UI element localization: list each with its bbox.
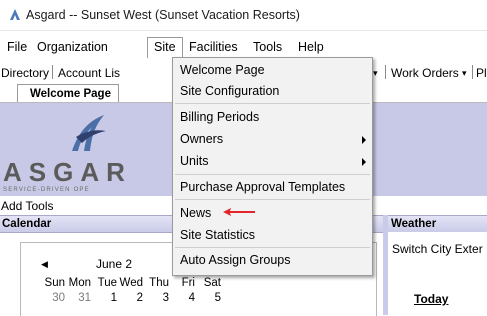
menu-item-units[interactable]: Units <box>180 154 208 168</box>
calendar-day[interactable]: 2 <box>118 292 143 304</box>
window-title: Asgard -- Sunset West (Sunset Vacation R… <box>26 8 300 22</box>
toolbar-separator <box>385 65 386 79</box>
weekday: Sat <box>203 277 221 289</box>
menu-separator <box>175 199 370 200</box>
weekday: Wed <box>119 277 143 289</box>
menu-item-purchase-approval-templates[interactable]: Purchase Approval Templates <box>180 180 345 194</box>
menu-file[interactable]: File <box>7 40 27 54</box>
switch-city-link[interactable]: Switch City Exter <box>392 242 483 256</box>
title-bar: Asgard -- Sunset West (Sunset Vacation R… <box>0 0 487 31</box>
weather-title: Weather <box>391 218 437 230</box>
menu-help[interactable]: Help <box>298 40 324 54</box>
dropdown-caret-icon[interactable]: ▾ <box>462 68 467 79</box>
toolbar-directory[interactable]: Directory <box>1 66 49 80</box>
calendar-day[interactable]: 5 <box>196 292 221 304</box>
calendar-day[interactable]: 30 <box>40 292 65 304</box>
calendar-dates: 30 31 1 2 3 4 5 <box>40 292 222 304</box>
submenu-arrow-icon <box>362 136 366 144</box>
menu-separator <box>175 174 370 175</box>
asgard-logo-mark-icon <box>72 115 106 151</box>
tab-label: Welcome Page <box>30 88 111 100</box>
weekday: Fri <box>181 277 195 289</box>
site-menu-dropdown: Welcome Page Site Configuration Billing … <box>172 57 373 276</box>
calendar-day[interactable]: 3 <box>144 292 169 304</box>
asgard-app-icon <box>10 9 20 20</box>
calendar-title: Calendar <box>2 218 52 230</box>
menu-item-site-configuration[interactable]: Site Configuration <box>180 84 279 98</box>
add-tools-link[interactable]: Add Tools <box>1 199 53 213</box>
submenu-arrow-icon <box>362 158 366 166</box>
menu-item-auto-assign-groups[interactable]: Auto Assign Groups <box>180 253 290 267</box>
menu-item-site-statistics[interactable]: Site Statistics <box>180 228 255 242</box>
menu-facilities[interactable]: Facilities <box>189 40 238 54</box>
weather-panel-header: Weather <box>388 215 487 233</box>
menu-item-news[interactable]: News <box>180 206 211 220</box>
calendar-day[interactable]: 1 <box>92 292 117 304</box>
toolbar-pl[interactable]: Pl <box>476 66 487 80</box>
asgard-logo: ASGAR SERVICE-DRIVEN OPE <box>0 103 170 196</box>
calendar-day[interactable]: 31 <box>66 292 91 304</box>
today-label: Today <box>414 292 449 306</box>
toolbar-account-list[interactable]: Account Lis <box>58 66 120 80</box>
triangle-left-icon[interactable]: ◀ <box>41 259 48 270</box>
menu-item-billing-periods[interactable]: Billing Periods <box>180 110 259 124</box>
toolbar-separator <box>52 65 53 79</box>
red-pointer-arrow-icon <box>223 208 255 216</box>
weekday: Sun <box>44 277 65 289</box>
logo-tagline: SERVICE-DRIVEN OPE <box>3 187 90 193</box>
menu-separator <box>175 247 370 248</box>
logo-wordmark: ASGAR <box>3 157 132 187</box>
weather-panel: Switch City Exter Today <box>388 232 487 315</box>
calendar-month: June 2 <box>96 257 133 271</box>
menu-tools[interactable]: Tools <box>253 40 282 54</box>
dropdown-caret-icon[interactable]: ▾ <box>373 68 378 79</box>
menu-site[interactable]: Site <box>147 37 183 58</box>
tab-welcome-page[interactable]: Welcome Page <box>17 84 119 102</box>
toolbar-separator <box>472 65 473 79</box>
menu-bar: File Organization Site Facilities Tools … <box>0 37 487 58</box>
calendar-day[interactable]: 4 <box>170 292 195 304</box>
weekday: Thu <box>149 277 169 289</box>
toolbar-work-orders[interactable]: Work Orders <box>391 66 459 80</box>
menu-separator <box>175 103 370 104</box>
weekday: Mon <box>68 277 91 289</box>
menu-item-welcome-page[interactable]: Welcome Page <box>180 63 265 77</box>
menu-item-owners[interactable]: Owners <box>180 132 223 146</box>
menu-organization[interactable]: Organization <box>37 40 108 54</box>
weekday: Tue <box>97 277 117 289</box>
calendar-weekdays: Sun Mon Tue Wed Thu Fri Sat <box>40 277 222 289</box>
